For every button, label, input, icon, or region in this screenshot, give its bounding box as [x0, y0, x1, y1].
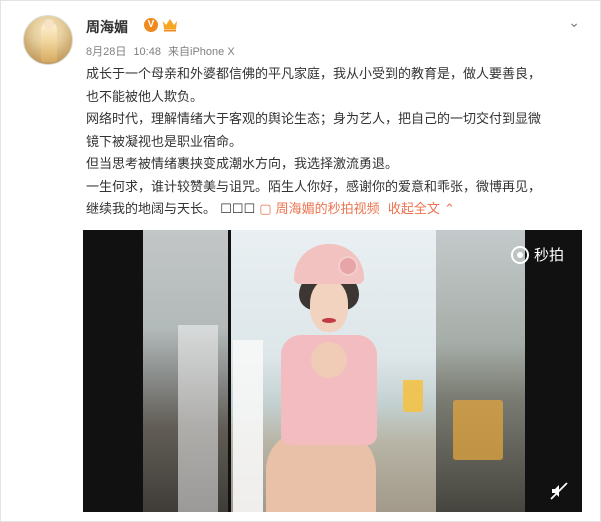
- photo-lips: [322, 318, 336, 323]
- avatar-head: [44, 19, 54, 29]
- post-line: 但当思考被情绪裹挟变成潮水方向，我选择激流勇退。: [86, 157, 399, 172]
- post-source[interactable]: iPhone X: [190, 46, 235, 58]
- photo-chair: [233, 340, 263, 512]
- post-line: 镜下被凝视也是职业宿命。: [86, 134, 243, 150]
- mute-speaker-icon[interactable]: [550, 482, 568, 500]
- photo-arm: [311, 342, 347, 378]
- source-prefix: 来自: [168, 46, 191, 58]
- miaopai-logo: 秒拍: [510, 244, 564, 265]
- miaopai-ring-icon: [510, 245, 529, 264]
- user-name[interactable]: 周海媚: [86, 17, 128, 37]
- member-crown-icon: [163, 19, 177, 32]
- post-text: 成长于一个母亲和外婆都信佛的平凡家庭，我从小受到的教育是，做人要善良， 也不能被…: [86, 64, 591, 222]
- photo-glass: [403, 380, 423, 412]
- post-line: 网络时代，理解情绪大于客观的舆论生态；身为艺人，把自己的一切交付到显微: [86, 112, 542, 127]
- photo-face: [310, 280, 348, 332]
- post-line-prefix: 继续我的地阔与天长。: [86, 202, 217, 217]
- more-options-chevron-icon[interactable]: ⌄: [568, 15, 580, 31]
- verified-badge-icon: V: [144, 18, 158, 32]
- user-avatar[interactable]: [23, 15, 73, 65]
- post-line-last: 继续我的地阔与天长。 ☐☐☐ ▢ 周海媚的秒拍视频 收起全文 ⌃: [86, 199, 591, 222]
- miaopai-brand: 秒拍: [533, 246, 564, 264]
- collapse-text-button[interactable]: 收起全文 ⌃: [388, 202, 455, 217]
- weibo-post-card: 周海媚 V ⌄ 8月28日 10:48 来自iPhone X 成长于一个母亲和外…: [0, 0, 601, 522]
- photo-hat-flower: [338, 256, 358, 276]
- post-date: 8月28日: [86, 46, 127, 58]
- video-right-blur-detail: [453, 400, 503, 460]
- post-time: 10:48: [133, 46, 161, 58]
- post-line: 也不能被他人欺负。: [86, 89, 204, 105]
- video-player[interactable]: 秒拍: [83, 230, 582, 512]
- post-line: 一生何求，谁计较赞美与诅咒。陌生人你好，感谢你的爱意和乖张，微博再见，: [86, 179, 542, 195]
- emoji-text: ☐☐☐: [220, 202, 256, 217]
- video-right-blur: [435, 230, 525, 512]
- video-link[interactable]: ▢ 周海媚的秒拍视频: [259, 202, 379, 217]
- video-frame-photo: [231, 230, 436, 512]
- post-line: 成长于一个母亲和外婆都信佛的平凡家庭，我从小受到的教育是，做人要善良，: [86, 67, 542, 82]
- video-left-blur-detail: [178, 325, 218, 512]
- post-meta: 8月28日 10:48 来自iPhone X: [86, 43, 239, 59]
